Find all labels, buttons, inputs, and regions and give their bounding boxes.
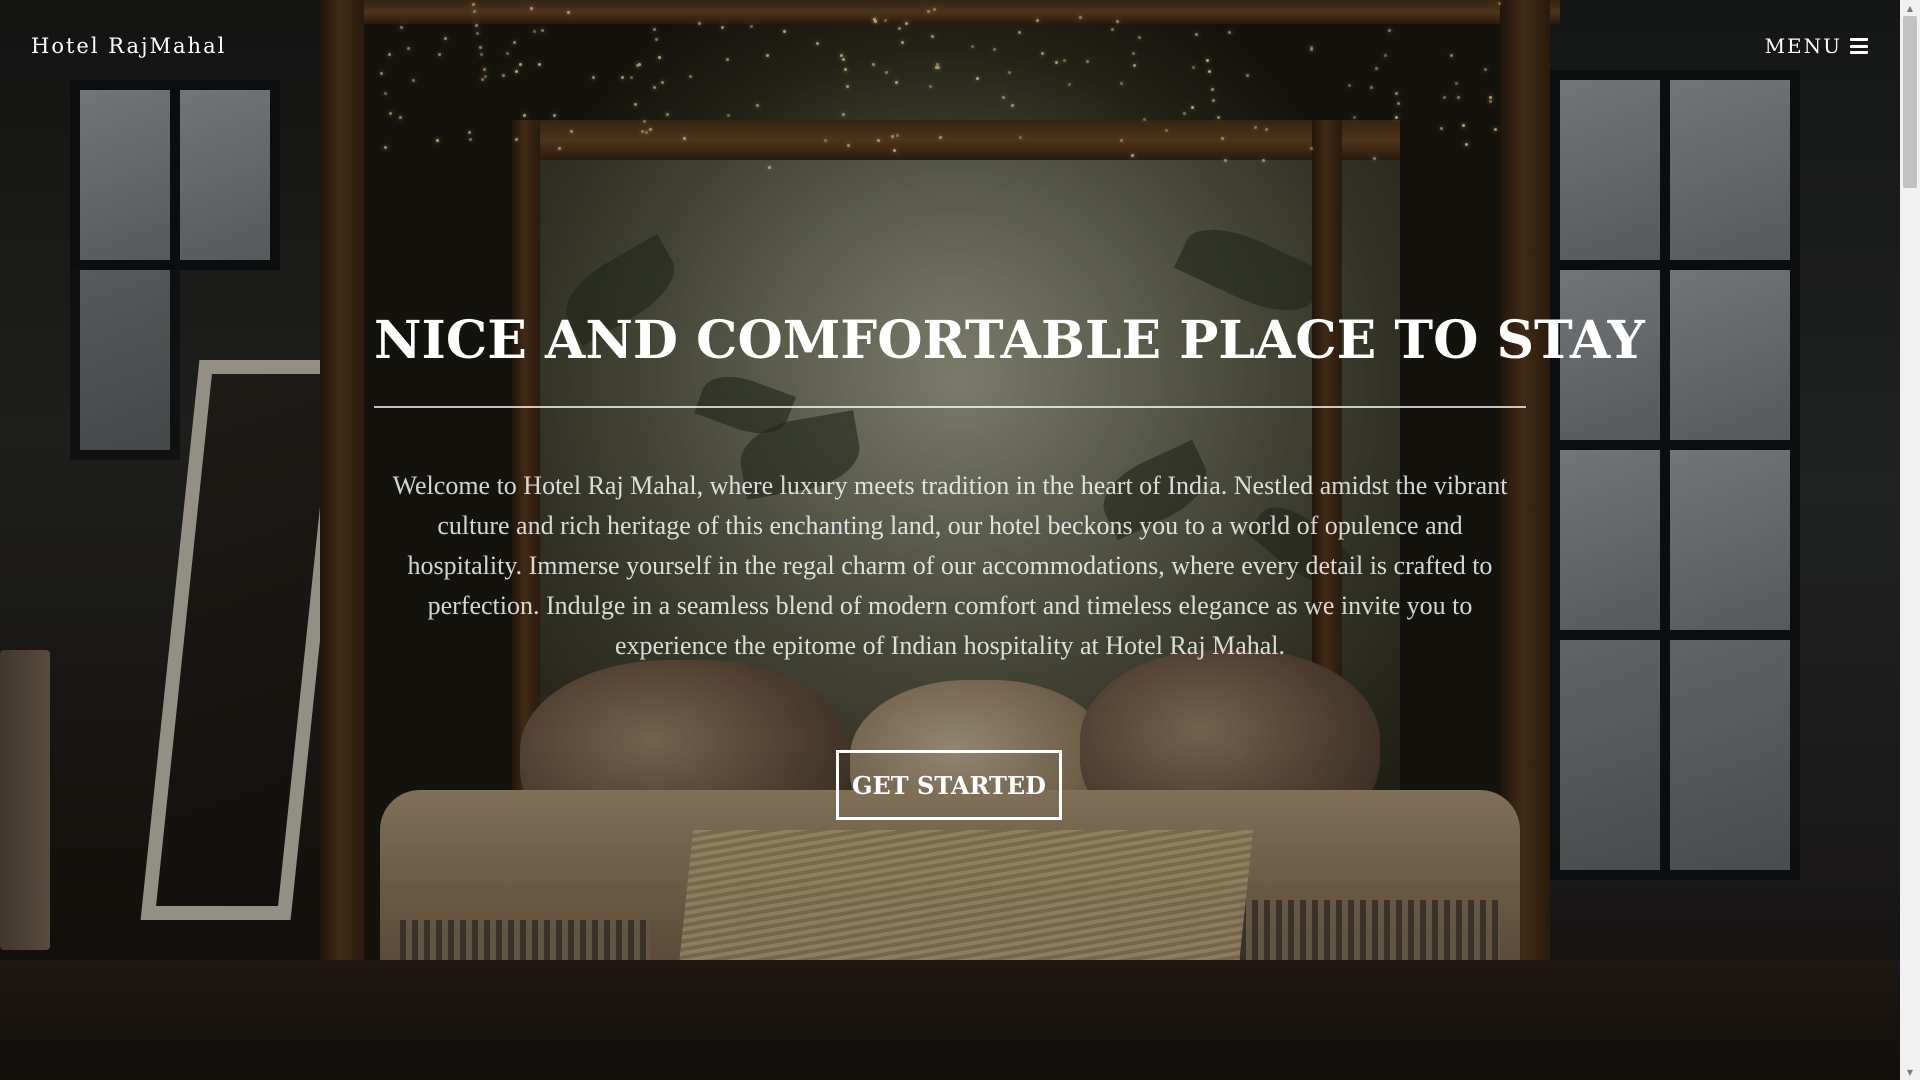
scrollbar-thumb[interactable] [1903, 16, 1917, 188]
scroll-down-arrow-icon[interactable]: ▼ [1900, 1064, 1920, 1080]
menu-button[interactable]: MENU [1765, 34, 1868, 58]
scroll-up-arrow-icon[interactable]: ▲ [1900, 0, 1920, 16]
get-started-button[interactable]: GET STARTED [836, 750, 1062, 820]
hamburger-icon [1850, 38, 1868, 54]
hero-description: Welcome to Hotel Raj Mahal, where luxury… [392, 471, 1508, 660]
hero-divider [374, 406, 1526, 408]
brand-logo-link[interactable]: Hotel RajMahal [31, 34, 226, 58]
hero-section: NICE AND COMFORTABLE PLACE TO STAY Welco… [374, 300, 1645, 666]
hero-title: NICE AND COMFORTABLE PLACE TO STAY [374, 310, 1645, 371]
menu-label: MENU [1764, 34, 1842, 58]
